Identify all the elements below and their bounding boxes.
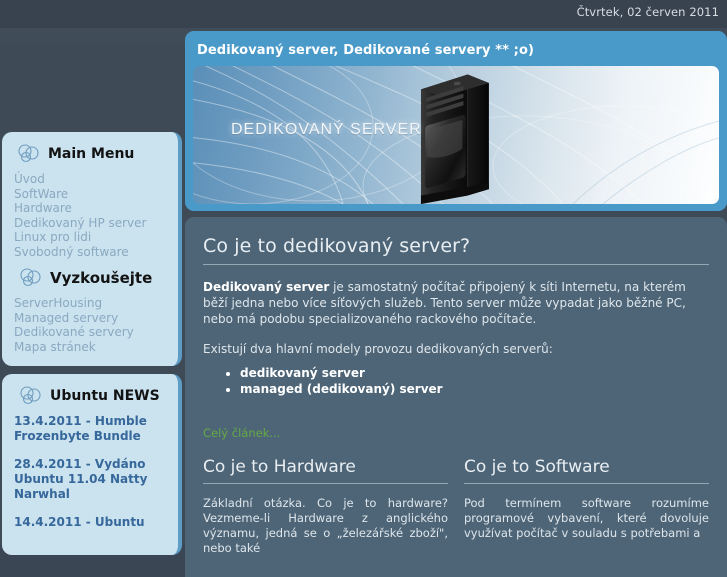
sidebar-link-mapa-stranek[interactable]: Mapa stránek xyxy=(12,340,168,355)
news-link-ubuntu-1104[interactable]: 28.4.2011 - Vydáno Ubuntu 11.04 Natty Na… xyxy=(12,457,168,502)
banner-caption: DEDIKOVANÝ SERVER xyxy=(231,121,422,138)
main-menu-list: Úvod SoftWare Hardware Dedikovaný HP ser… xyxy=(12,172,168,259)
sidebar-link-hardware[interactable]: Hardware xyxy=(12,201,168,216)
sidebar-link-dedikovane-servery[interactable]: Dedikované servery xyxy=(12,325,168,340)
vyzkousejte-list: ServerHousing Managed servery Dedikované… xyxy=(12,296,168,354)
article-lead: Dedikovaný server je samostatný počítač … xyxy=(203,279,709,327)
server-model-list: dedikovaný server managed (dedikovaný) s… xyxy=(203,366,709,397)
three-circles-icon xyxy=(18,144,39,163)
sidebar-link-svobodny-software[interactable]: Svobodný software xyxy=(12,245,168,260)
sidebar-item-linux[interactable]: Linux pro lidi xyxy=(12,230,168,245)
news-link-humble-bundle[interactable]: 13.4.2011 - Humble Frozenbyte Bundle xyxy=(12,414,168,444)
news-link-ubuntu-third[interactable]: 14.4.2011 - Ubuntu xyxy=(12,515,168,530)
sidebar-link-uvod[interactable]: Úvod xyxy=(12,172,168,187)
column-hardware: Co je to Hardware Základní otázka. Co je… xyxy=(203,457,448,556)
banner-image: DEDIKOVANÝ SERVER xyxy=(193,66,719,204)
sidebar-module-ubuntu-news: Ubuntu NEWS 13.4.2011 - Humble Frozenbyt… xyxy=(2,374,182,555)
column-software: Co je to Software Pod termínem software … xyxy=(464,457,709,556)
site-banner: Dedikovaný server, Dedikované servery **… xyxy=(185,31,727,211)
sidebar-item-software[interactable]: SoftWare xyxy=(12,187,168,202)
list-item: dedikovaný server xyxy=(240,366,709,381)
module-header-main-menu: Main Menu xyxy=(16,144,168,164)
sidebar: Main Menu Úvod SoftWare Hardware Dedikov… xyxy=(2,132,182,563)
column-title-hardware: Co je to Hardware xyxy=(203,457,448,484)
module-header-ubuntu-news: Ubuntu NEWS xyxy=(18,386,168,406)
top-bar: Čtvrtek, 02 červen 2011 xyxy=(0,0,727,28)
column-text-hardware: Základní otázka. Co je to hardware? Vezm… xyxy=(203,496,448,555)
sidebar-link-serverhousing[interactable]: ServerHousing xyxy=(12,296,168,311)
sidebar-item-svobodny-software[interactable]: Svobodný software xyxy=(12,245,168,260)
list-item[interactable]: 28.4.2011 - Vydáno Ubuntu 11.04 Natty Na… xyxy=(12,457,168,502)
sidebar-item-dedikovane-servery[interactable]: Dedikované servery xyxy=(12,325,168,340)
sidebar-link-hp-server[interactable]: Dedikovaný HP server xyxy=(12,216,168,231)
list-item: managed (dedikovaný) server xyxy=(240,382,709,397)
sidebar-item-uvod[interactable]: Úvod xyxy=(12,172,168,187)
sidebar-link-software[interactable]: SoftWare xyxy=(12,187,168,202)
read-more-link[interactable]: Celý článek... xyxy=(203,426,280,440)
three-circles-icon xyxy=(20,386,41,405)
list-item[interactable]: 13.4.2011 - Humble Frozenbyte Bundle xyxy=(12,414,168,444)
list-item[interactable]: 14.4.2011 - Ubuntu xyxy=(12,515,168,530)
content-column: Dedikovaný server, Dedikované servery **… xyxy=(185,31,727,577)
sidebar-link-managed-servery[interactable]: Managed servery xyxy=(12,311,168,326)
column-text-software: Pod termínem software rozumíme programov… xyxy=(464,496,709,540)
article-title: Co je to dedikovaný server? xyxy=(203,235,709,265)
sidebar-link-linux[interactable]: Linux pro lidi xyxy=(12,230,168,245)
sidebar-item-serverhousing[interactable]: ServerHousing xyxy=(12,296,168,311)
site-title: Dedikovaný server, Dedikované servery **… xyxy=(197,43,535,58)
main-content-panel: Co je to dedikovaný server? Dedikovaný s… xyxy=(185,217,727,577)
sidebar-item-hp-server[interactable]: Dedikovaný HP server xyxy=(12,216,168,231)
two-column-section: Co je to Hardware Základní otázka. Co je… xyxy=(203,457,709,556)
ubuntu-news-list: 13.4.2011 - Humble Frozenbyte Bundle 28.… xyxy=(12,414,168,530)
module-title-main-menu: Main Menu xyxy=(48,146,135,162)
sidebar-item-managed-servery[interactable]: Managed servery xyxy=(12,311,168,326)
sidebar-module-menus: Main Menu Úvod SoftWare Hardware Dedikov… xyxy=(2,132,182,366)
current-date: Čtvrtek, 02 červen 2011 xyxy=(576,5,719,19)
three-circles-icon xyxy=(20,268,41,287)
article-intro: Existují dva hlavní modely provozu dedik… xyxy=(203,342,553,356)
sidebar-item-hardware[interactable]: Hardware xyxy=(12,201,168,216)
article-lead-term: Dedikovaný server xyxy=(203,280,330,294)
sidebar-item-mapa-stranek[interactable]: Mapa stránek xyxy=(12,340,168,355)
module-title-ubuntu-news: Ubuntu NEWS xyxy=(50,388,160,404)
module-title-vyzkousejte: Vyzkoušejte xyxy=(50,269,153,287)
column-title-software: Co je to Software xyxy=(464,457,709,484)
module-header-vyzkousejte: Vyzkoušejte xyxy=(18,268,168,288)
